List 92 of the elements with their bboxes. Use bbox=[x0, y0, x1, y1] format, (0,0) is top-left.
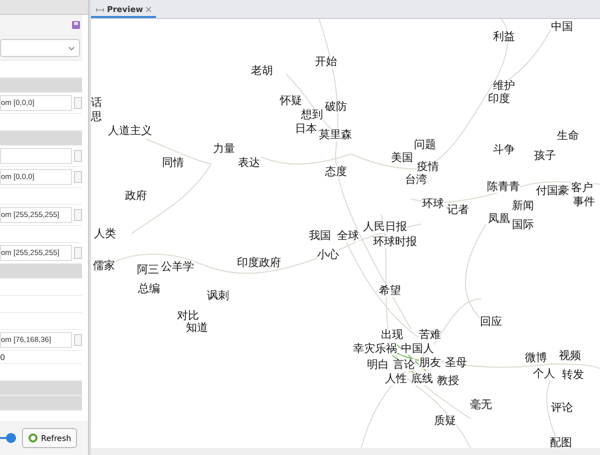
close-icon[interactable] bbox=[146, 7, 152, 12]
node-label: 同情 bbox=[162, 157, 184, 169]
node-label: 公羊学 bbox=[161, 261, 194, 273]
node-label: 疫情 bbox=[417, 161, 439, 173]
node-label: 凤凰 bbox=[488, 213, 510, 225]
refresh-button[interactable]: Refresh bbox=[22, 428, 78, 448]
section-header[interactable] bbox=[0, 131, 82, 146]
color-field[interactable] bbox=[0, 148, 72, 164]
node-label: 破防 bbox=[325, 101, 347, 113]
node-label: 回应 bbox=[480, 316, 502, 328]
node-label: 记者 bbox=[447, 204, 469, 216]
node-label: 事件 bbox=[573, 196, 595, 208]
node-label: 态度 bbox=[325, 166, 347, 178]
node-label: 客户 bbox=[571, 182, 593, 194]
link-icon bbox=[96, 8, 104, 12]
node-label: 评论 bbox=[551, 402, 573, 414]
node-label: 言论 bbox=[393, 359, 415, 371]
section-header[interactable] bbox=[0, 381, 82, 396]
node-label: 总编 bbox=[138, 283, 160, 295]
node-label: 微博 bbox=[525, 352, 547, 364]
node-label: 苦难 bbox=[419, 329, 441, 341]
more-button[interactable] bbox=[74, 150, 82, 162]
node-label: 印度政府 bbox=[237, 257, 281, 269]
preview-tab[interactable]: Preview bbox=[91, 3, 156, 18]
node-label: 朋友 bbox=[419, 357, 441, 369]
node-label: 环球时报 bbox=[373, 236, 417, 248]
node-label: 想到 bbox=[301, 109, 323, 121]
node-label: 孩子 bbox=[534, 150, 556, 162]
node-label: 出现 bbox=[381, 329, 403, 341]
node-label: 人类 bbox=[94, 228, 116, 240]
node-label: 小心 bbox=[317, 249, 339, 261]
node-label: 思 bbox=[91, 111, 102, 123]
node-label: 力量 bbox=[213, 143, 235, 155]
node-label: 开始 bbox=[315, 56, 337, 68]
node-label: 质疑 bbox=[434, 415, 456, 427]
node-label: 讽刺 bbox=[207, 290, 229, 302]
node-label: 台湾 bbox=[405, 174, 427, 186]
node-label: 希望 bbox=[379, 285, 401, 297]
node-label: 知道 bbox=[186, 322, 208, 334]
more-button[interactable] bbox=[74, 247, 82, 259]
node-label: 话 bbox=[91, 97, 102, 109]
node-label: 人性 bbox=[385, 373, 407, 385]
property-value: 0 bbox=[0, 352, 6, 362]
node-label: 人道主义 bbox=[108, 125, 152, 137]
chevron-icon bbox=[68, 46, 75, 50]
node-label: 幸灾乐祸 bbox=[353, 343, 397, 355]
node-label: 新闻 bbox=[512, 200, 534, 212]
node-label: 底线 bbox=[411, 373, 433, 385]
node-label: 圣母 bbox=[445, 357, 467, 369]
node-label: 中国人 bbox=[401, 343, 434, 355]
node-label: 环球 bbox=[422, 198, 444, 210]
node-label: 对比 bbox=[177, 310, 199, 322]
node-label: 配图 bbox=[550, 437, 572, 448]
save-icon[interactable] bbox=[72, 21, 80, 29]
section-header[interactable] bbox=[0, 396, 82, 411]
refresh-icon bbox=[28, 433, 38, 443]
node-label: 斗争 bbox=[493, 144, 515, 156]
node-label: 维护 bbox=[493, 80, 515, 92]
node-label: 毫无 bbox=[470, 399, 492, 411]
node-label: 生命 bbox=[557, 130, 579, 142]
node-label: 阿三 bbox=[137, 264, 159, 276]
node-label: 利益 bbox=[493, 31, 515, 43]
more-button[interactable] bbox=[74, 171, 82, 183]
node-label: 付国豪 bbox=[536, 185, 569, 197]
node-label: 中国 bbox=[551, 21, 573, 33]
more-button[interactable] bbox=[74, 209, 82, 221]
node-label: 明白 bbox=[367, 359, 389, 371]
node-label: 美国 bbox=[391, 152, 413, 164]
node-label: 人民日报 bbox=[363, 221, 407, 233]
node-label: 儒家 bbox=[93, 260, 115, 272]
section-header[interactable] bbox=[0, 78, 82, 93]
node-label: 个人 bbox=[533, 368, 555, 380]
node-label: 怀疑 bbox=[280, 95, 302, 107]
node-label: 问题 bbox=[414, 139, 436, 151]
node-label: 陈青青 bbox=[487, 181, 520, 193]
node-label: 老胡 bbox=[251, 65, 273, 77]
node-label: 转发 bbox=[562, 369, 584, 381]
node-label: 表达 bbox=[238, 157, 260, 169]
more-button[interactable] bbox=[74, 334, 82, 346]
node-label: 视频 bbox=[559, 350, 581, 362]
section-header[interactable] bbox=[0, 264, 82, 279]
node-label: 印度 bbox=[488, 93, 510, 105]
node-label: 政府 bbox=[125, 190, 147, 202]
more-button[interactable] bbox=[74, 97, 82, 109]
node-label: 全球 bbox=[337, 230, 359, 242]
node-label: 教授 bbox=[437, 375, 459, 387]
node-label: 国际 bbox=[512, 219, 534, 231]
node-label: 莫里森 bbox=[319, 129, 352, 141]
node-label: 日本 bbox=[295, 123, 317, 135]
slider[interactable] bbox=[0, 433, 16, 443]
node-label: 我国 bbox=[309, 230, 331, 242]
preset-dropdown[interactable] bbox=[0, 39, 80, 57]
